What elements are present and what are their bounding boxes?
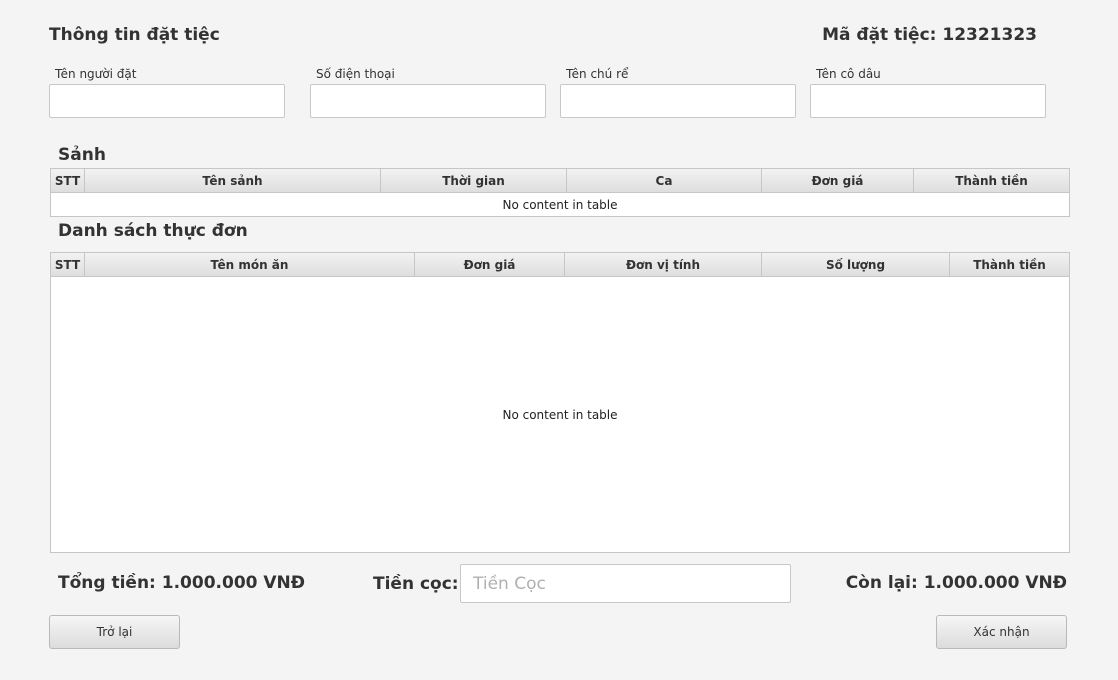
hall-table[interactable]: STT Tên sảnh Thời gian Ca Đơn giá Thành … (50, 168, 1070, 217)
menu-col-unit[interactable]: Đơn vị tính (565, 253, 762, 276)
bride-name-input[interactable] (810, 84, 1046, 118)
menu-table[interactable]: STT Tên món ăn Đơn giá Đơn vị tính Số lư… (50, 252, 1070, 553)
hall-col-name[interactable]: Tên sảnh (85, 169, 381, 192)
total-amount: Tổng tiền: 1.000.000 VNĐ (58, 573, 306, 593)
bride-name-label: Tên cô dâu (816, 67, 881, 81)
hall-col-shift[interactable]: Ca (567, 169, 762, 192)
deposit-input[interactable] (460, 564, 791, 603)
hall-col-stt[interactable]: STT (51, 169, 85, 192)
remaining-amount: Còn lại: 1.000.000 VNĐ (845, 573, 1067, 593)
menu-col-quantity[interactable]: Số lượng (762, 253, 950, 276)
phone-label: Số điện thoại (316, 67, 395, 81)
customer-name-label: Tên người đặt (55, 67, 137, 81)
hall-col-unit-price[interactable]: Đơn giá (762, 169, 914, 192)
menu-col-stt[interactable]: STT (51, 253, 85, 276)
menu-section-title: Danh sách thực đơn (58, 221, 248, 241)
menu-col-dish-name[interactable]: Tên món ăn (85, 253, 415, 276)
back-button[interactable]: Trở lại (49, 615, 180, 649)
menu-col-amount[interactable]: Thành tiền (950, 253, 1069, 276)
deposit-label: Tiền cọc: (373, 574, 459, 594)
page-title: Thông tin đặt tiệc (49, 25, 220, 45)
menu-table-empty-message: No content in table (502, 407, 618, 422)
hall-table-empty-message: No content in table (502, 197, 618, 212)
menu-table-header: STT Tên món ăn Đơn giá Đơn vị tính Số lư… (51, 253, 1069, 277)
hall-col-amount[interactable]: Thành tiền (914, 169, 1069, 192)
menu-col-unit-price[interactable]: Đơn giá (415, 253, 565, 276)
groom-name-input[interactable] (560, 84, 796, 118)
customer-name-input[interactable] (49, 84, 285, 118)
hall-table-header: STT Tên sảnh Thời gian Ca Đơn giá Thành … (51, 169, 1069, 193)
phone-input[interactable] (310, 84, 546, 118)
hall-section-title: Sảnh (58, 145, 106, 165)
menu-table-body: No content in table (51, 277, 1069, 552)
hall-table-body: No content in table (51, 193, 1069, 216)
groom-name-label: Tên chú rể (566, 67, 629, 81)
confirm-button[interactable]: Xác nhận (936, 615, 1067, 649)
hall-col-time[interactable]: Thời gian (381, 169, 567, 192)
booking-code: Mã đặt tiệc: 12321323 (822, 25, 1037, 45)
